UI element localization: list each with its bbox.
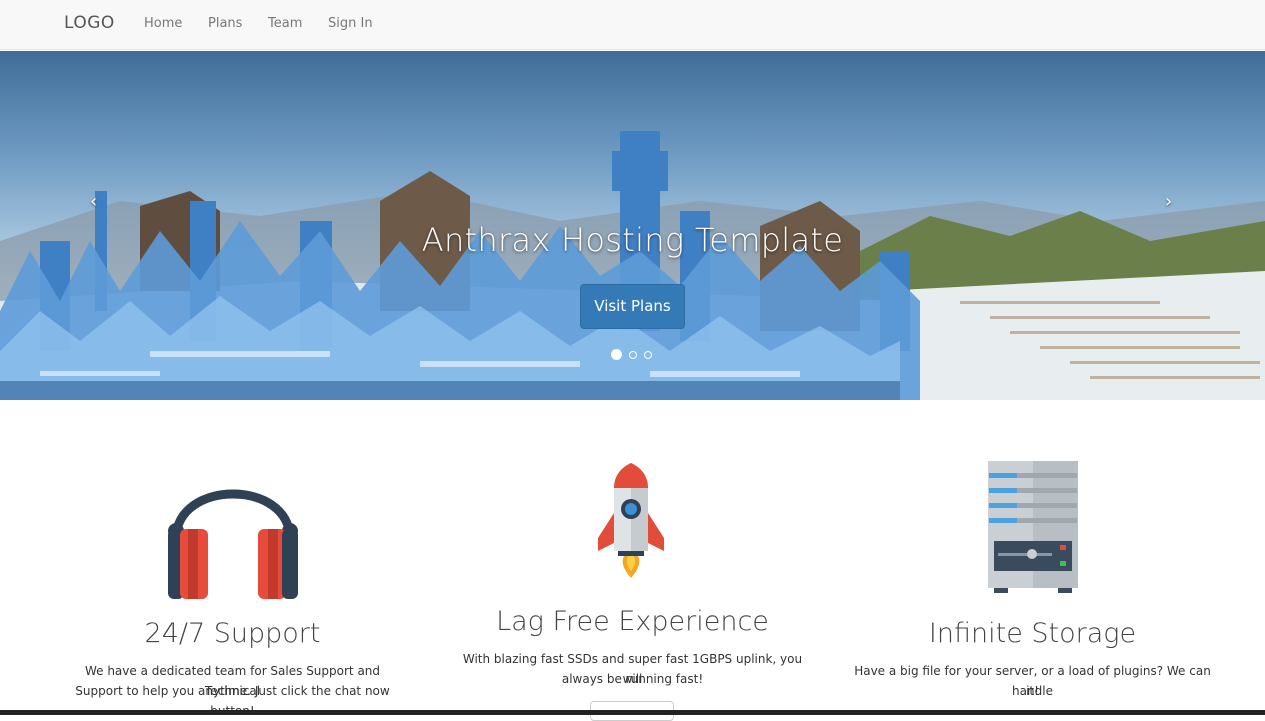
carousel-next-arrow[interactable]: › [1165, 191, 1172, 212]
navbar: LOGO Home Plans Team Sign In [0, 0, 1265, 50]
feature-support: 24/7 Support We have a dedicated team fo… [60, 455, 405, 718]
nav-link-home[interactable]: Home [144, 16, 182, 31]
nav-link-plans[interactable]: Plans [208, 16, 242, 31]
carousel-prev-arrow[interactable]: ‹ [90, 191, 97, 212]
nav-link-sign-in[interactable]: Sign In [328, 16, 373, 31]
rocket-icon [598, 463, 664, 578]
feature-lag-free: Lag Free Experience With blazing fast SS… [460, 455, 805, 715]
feature-title: Infinite Storage [928, 618, 1137, 649]
feature-description-line2: it! [1026, 684, 1039, 698]
feature-description-line2: always be running fast! [561, 672, 704, 686]
hero-carousel: ‹ › Anthrax Hosting Template Visit Plans [0, 51, 1265, 400]
nav-link-team[interactable]: Team [268, 16, 302, 31]
brand-logo[interactable]: LOGO [64, 13, 115, 33]
feature-title: 24/7 Support [144, 618, 321, 649]
feature-storage: Infinite Storage Have a big file for you… [845, 455, 1220, 705]
bottom-edge [0, 710, 1265, 715]
visit-plans-button[interactable]: Visit Plans [580, 284, 685, 329]
feature-description-line2: Support to help you anytime. Just click … [75, 684, 390, 718]
server-icon [988, 461, 1078, 593]
headphones-icon [168, 489, 298, 599]
carousel-indicator-1[interactable] [611, 349, 622, 360]
hero-title: Anthrax Hosting Template [421, 221, 844, 259]
carousel-indicator-3[interactable] [644, 351, 652, 359]
carousel-indicator-2[interactable] [629, 351, 637, 359]
feature-title: Lag Free Experience [496, 606, 769, 637]
